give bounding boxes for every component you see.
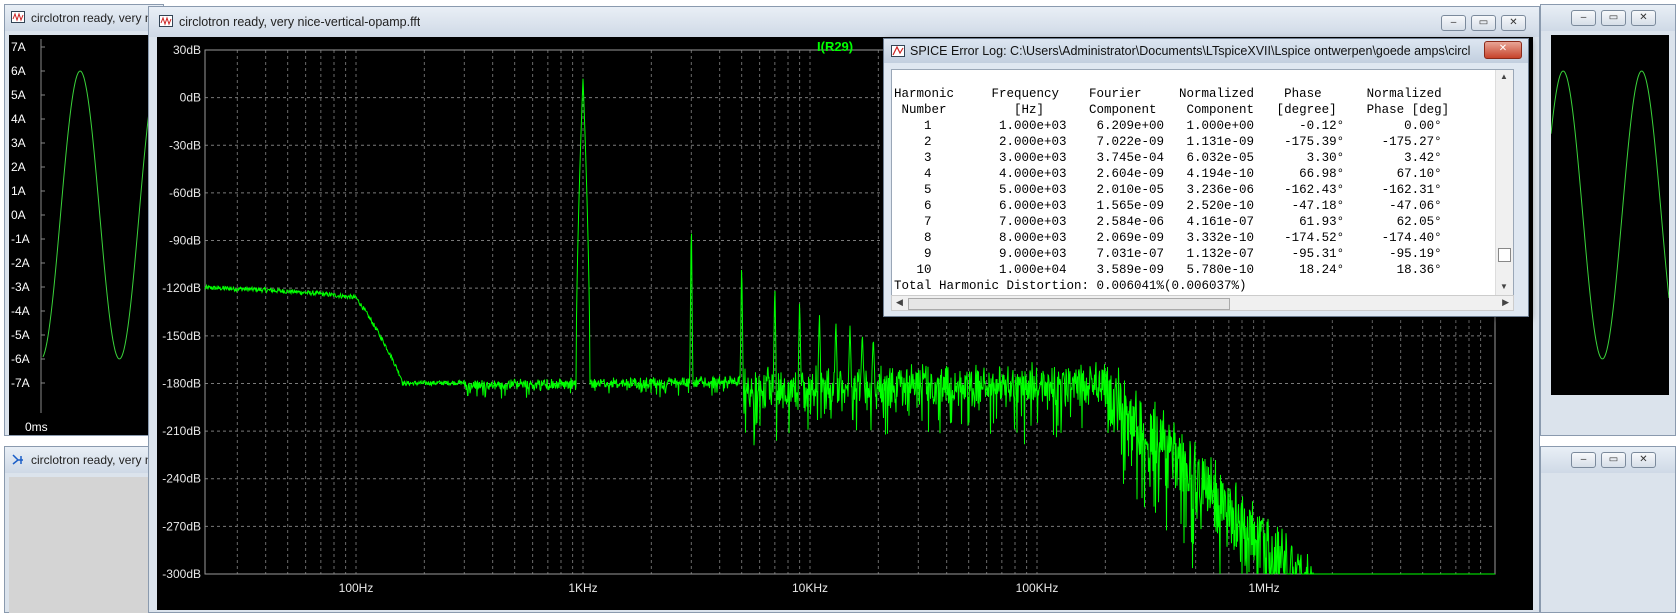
background-window-bottom-title: circlotron ready, very nic bbox=[31, 453, 161, 467]
scroll-left-arrow[interactable]: ◀ bbox=[896, 297, 903, 308]
main-window-titlebar[interactable]: circlotron ready, very nice-vertical-opa… bbox=[149, 7, 1539, 37]
y-tick-label: -90dB bbox=[169, 234, 201, 248]
background-left-sine-trace bbox=[42, 70, 166, 360]
spice-error-log-window[interactable]: SPICE Error Log: C:\Users\Administrator\… bbox=[883, 38, 1529, 317]
y-tick-label: -180dB bbox=[162, 376, 201, 390]
y-tick-label: -4A bbox=[11, 304, 30, 318]
scroll-down-arrow[interactable]: ▼ bbox=[1500, 282, 1508, 291]
background-window-bottom-canvas bbox=[9, 477, 161, 613]
fft-trace-label[interactable]: I(R29) bbox=[817, 39, 853, 54]
y-tick-label: 1A bbox=[11, 184, 26, 198]
background-right-sine-svg bbox=[1550, 70, 1670, 360]
y-tick-label: -210dB bbox=[162, 424, 201, 438]
y-tick-label: -2A bbox=[11, 256, 30, 270]
table-row: 7 7.000e+03 2.584e-06 4.161e-07 61.93° 6… bbox=[894, 215, 1442, 229]
y-tick-label: 3A bbox=[11, 136, 26, 150]
y-tick-label: -3A bbox=[11, 280, 30, 294]
table-row: 8 8.000e+03 2.069e-09 3.332e-10 -174.52°… bbox=[894, 231, 1442, 245]
y-tick-label: 2A bbox=[11, 160, 26, 174]
y-tick-label: -300dB bbox=[162, 567, 201, 581]
table-row: 1 1.000e+03 6.209e+00 1.000e+00 -0.12° 0… bbox=[894, 119, 1442, 133]
fft-y-axis-labels: 30dB 0dB -30dB -60dB -90dB -120dB -150dB -180dB… bbox=[162, 43, 201, 581]
minimize-button[interactable]: – bbox=[1571, 452, 1596, 468]
maximize-button[interactable]: ▭ bbox=[1601, 10, 1626, 26]
background-window-bottom-titlebar[interactable]: circlotron ready, very nic bbox=[5, 447, 163, 473]
fft-x-axis-labels: 100Hz 1KHz 10KHz 100KHz 1MHz bbox=[339, 581, 1280, 595]
y-tick-label: -6A bbox=[11, 352, 30, 366]
thd-line: Total Harmonic Distortion: 0.006041%(0.0… bbox=[894, 279, 1247, 293]
horizontal-scroll-thumb[interactable] bbox=[908, 298, 1230, 310]
close-button[interactable]: ✕ bbox=[1631, 452, 1656, 468]
background-right-sine-trace bbox=[1550, 70, 1670, 360]
waveform-app-icon bbox=[11, 11, 25, 23]
x-tick-label: 10KHz bbox=[792, 581, 828, 595]
y-tick-label: 5A bbox=[11, 88, 26, 102]
scroll-thumb[interactable] bbox=[1498, 248, 1511, 262]
waveform-app-icon bbox=[159, 15, 173, 27]
y-tick-label: -7A bbox=[11, 376, 30, 390]
table-row: 10 1.000e+04 3.589e-09 5.780e-10 18.24° … bbox=[894, 263, 1442, 277]
maximize-button[interactable]: ▭ bbox=[1471, 15, 1496, 31]
horizontal-scrollbar[interactable]: ◀ ▶ bbox=[891, 295, 1514, 311]
y-tick-label: 6A bbox=[11, 64, 26, 78]
error-log-text-area[interactable]: Harmonic Frequency Fourier Normalized Ph… bbox=[891, 69, 1514, 297]
close-button[interactable]: ✕ bbox=[1484, 41, 1522, 59]
table-row: 2 2.000e+03 7.022e-09 1.131e-09 -175.39°… bbox=[894, 135, 1442, 149]
background-window-right-lower[interactable]: – ▭ ✕ bbox=[1540, 446, 1676, 613]
background-window-left-title: circlotron ready, very nic bbox=[31, 11, 161, 25]
scroll-up-arrow[interactable]: ▲ bbox=[1500, 72, 1508, 81]
main-window-title: circlotron ready, very nice-vertical-opa… bbox=[179, 15, 421, 29]
table-row: 9 9.000e+03 7.031e-07 1.132e-07 -95.31° … bbox=[894, 247, 1442, 261]
background-window-left-titlebar[interactable]: circlotron ready, very nic bbox=[5, 5, 163, 31]
y-tick-label: -1A bbox=[11, 232, 30, 246]
background-left-x-tick: 0ms bbox=[25, 420, 48, 434]
y-tick-label: 0dB bbox=[180, 91, 201, 105]
background-left-plot-svg: 7A 6A 5A 4A 3A 2A 1A 0A -1A -2A -3A -4A -5A -6A -7A 0m… bbox=[11, 39, 166, 434]
maximize-button[interactable]: ▭ bbox=[1601, 452, 1626, 468]
y-tick-label: -120dB bbox=[162, 281, 201, 295]
y-tick-label: 4A bbox=[11, 112, 26, 126]
background-left-plot: 7A 6A 5A 4A 3A 2A 1A 0A -1A -2A -3A -4A -5A -6A -7A 0m… bbox=[9, 35, 166, 435]
table-row: 6 6.000e+03 1.565e-09 2.520e-10 -47.18° … bbox=[894, 199, 1442, 213]
background-window-left[interactable]: circlotron ready, very nic 7A 6A 5A 4A 3A 2A 1… bbox=[4, 4, 166, 436]
background-right-plot bbox=[1550, 35, 1670, 395]
vertical-scrollbar[interactable]: ▲ ▼ bbox=[1495, 70, 1513, 296]
background-window-bottom[interactable]: circlotron ready, very nic bbox=[4, 446, 164, 613]
y-tick-label: -240dB bbox=[162, 472, 201, 486]
y-tick-label: 7A bbox=[11, 40, 26, 54]
y-tick-label: -150dB bbox=[162, 329, 201, 343]
error-log-titlebar[interactable]: SPICE Error Log: C:\Users\Administrator\… bbox=[884, 39, 1528, 63]
y-tick-label: -270dB bbox=[162, 519, 201, 533]
y-tick-label: 30dB bbox=[173, 43, 201, 57]
table-header-line2: Number [Hz] Component Component [degree]… bbox=[894, 103, 1450, 117]
error-log-title: SPICE Error Log: C:\Users\Administrator\… bbox=[910, 44, 1470, 58]
minimize-button[interactable]: – bbox=[1441, 15, 1466, 31]
close-button[interactable]: ✕ bbox=[1501, 15, 1526, 31]
minimize-button[interactable]: – bbox=[1571, 10, 1596, 26]
schematic-app-icon bbox=[12, 454, 23, 465]
spice-log-icon bbox=[891, 45, 905, 57]
table-row: 4 4.000e+03 2.604e-09 4.194e-10 66.98° 6… bbox=[894, 167, 1442, 181]
close-button[interactable]: ✕ bbox=[1631, 10, 1656, 26]
background-window-right[interactable]: – ▭ ✕ bbox=[1540, 4, 1676, 436]
x-tick-label: 100KHz bbox=[1016, 581, 1059, 595]
y-tick-label: 0A bbox=[11, 208, 26, 222]
x-tick-label: 1MHz bbox=[1248, 581, 1279, 595]
fourier-table: Harmonic Frequency Fourier Normalized Ph… bbox=[894, 86, 1449, 294]
x-tick-label: 100Hz bbox=[339, 581, 374, 595]
y-tick-label: -60dB bbox=[169, 186, 201, 200]
table-row: 5 5.000e+03 2.010e-05 3.236e-06 -162.43°… bbox=[894, 183, 1442, 197]
table-header-line1: Harmonic Frequency Fourier Normalized Ph… bbox=[894, 87, 1442, 101]
table-row: 3 3.000e+03 3.745e-04 6.032e-05 3.30° 3.… bbox=[894, 151, 1442, 165]
x-tick-label: 1KHz bbox=[568, 581, 597, 595]
scroll-right-arrow[interactable]: ▶ bbox=[1502, 297, 1509, 308]
y-tick-label: -5A bbox=[11, 328, 30, 342]
y-tick-label: -30dB bbox=[169, 138, 201, 152]
